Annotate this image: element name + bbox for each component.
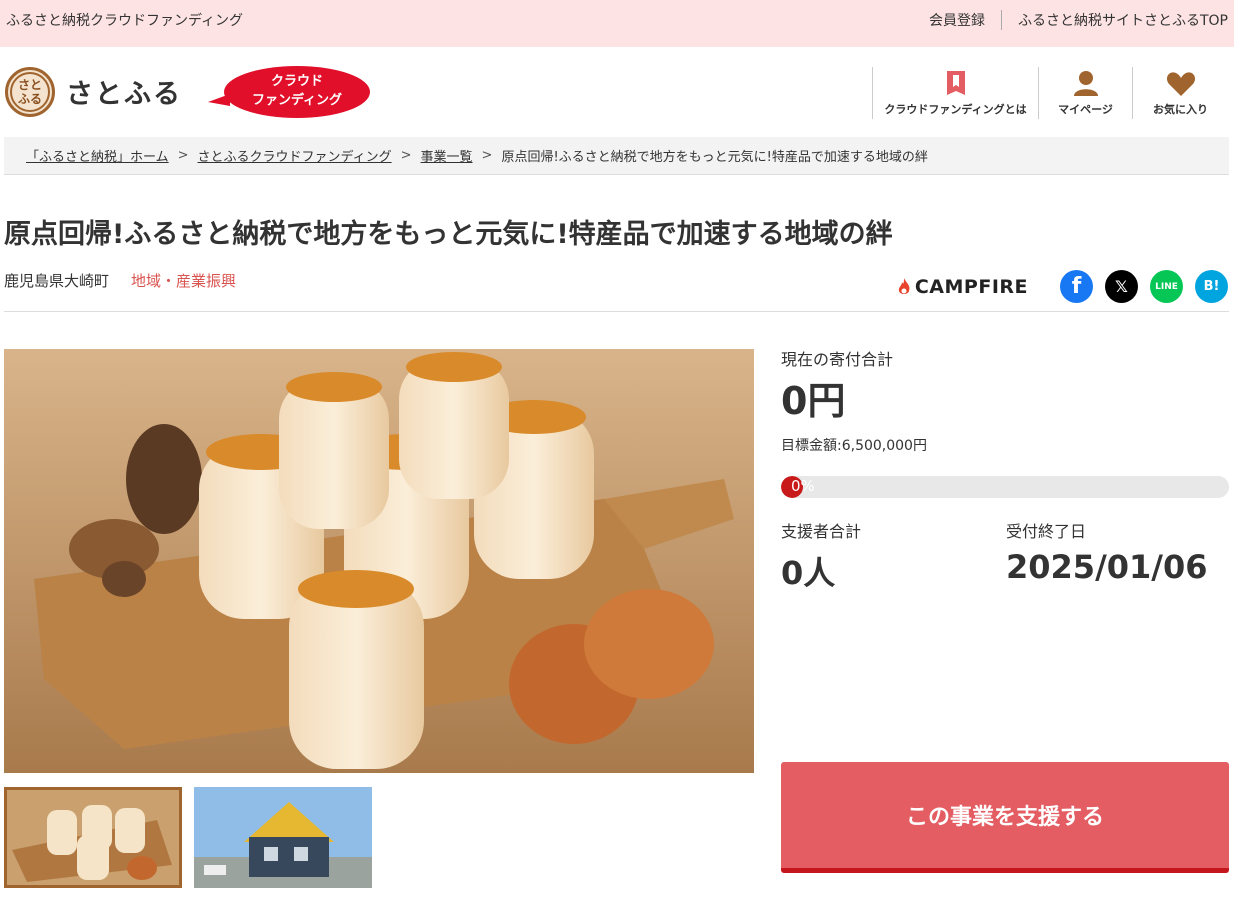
heart-icon (1166, 72, 1195, 96)
breadcrumb-current: 原点回帰!ふるさと納税で地方をもっと元気に!特産品で加速する地域の絆 (501, 150, 928, 165)
campfire-logo[interactable]: CAMPFIRE (897, 276, 1028, 298)
top-links: 会員登録 ふるさと納税サイトさとふるTOP (929, 10, 1228, 30)
badge-line1: クラウド (270, 74, 323, 89)
nav-label: クラウドファンディングとは (884, 103, 1027, 116)
pudding-photo (4, 349, 754, 773)
thumbnail-building-image (194, 787, 372, 888)
user-icon (1073, 71, 1098, 96)
progress-percent: 0% (791, 477, 815, 495)
supporters-value: 0人 (781, 554, 836, 592)
current-total-label: 現在の寄付合計 (781, 350, 894, 369)
facebook-share-icon[interactable]: f (1060, 270, 1093, 303)
page-title: 原点回帰!ふるさと納税で地方をもっと元気に!特産品で加速する地域の絆 (4, 219, 893, 250)
nav-about-crowdfunding[interactable]: クラウドファンディングとは (872, 67, 1038, 119)
project-meta: 鹿児島県大崎町 地域・産業振興 (4, 270, 236, 291)
logo-mark-icon: さと ふる (10, 72, 50, 112)
support-project-button[interactable]: この事業を支援する (781, 762, 1229, 873)
current-total-value: 0円 (781, 379, 846, 423)
campfire-label: CAMPFIRE (914, 275, 1028, 298)
register-link[interactable]: 会員登録 (929, 10, 985, 30)
satofull-top-link[interactable]: ふるさと納税サイトさとふるTOP (1018, 10, 1228, 30)
divider (4, 311, 1229, 312)
goal-amount: 目標金額:6,500,000円 (781, 438, 927, 454)
nav-label: お気に入り (1153, 103, 1208, 116)
line-glyph: LINE (1155, 281, 1178, 292)
deadline-label: 受付終了日 (1006, 522, 1087, 541)
project-location: 鹿児島県大崎町 (4, 272, 110, 290)
share-bar: CAMPFIRE f 𝕏 LINE B! (897, 270, 1228, 303)
thumbnail-pudding-image (7, 790, 179, 885)
top-bar: ふるさと納税クラウドファンディング 会員登録 ふるさと納税サイトさとふるTOP (0, 0, 1234, 47)
supporters-label: 支援者合計 (781, 522, 862, 541)
svg-text:さと: さと (18, 78, 42, 92)
breadcrumb-separator: > (400, 148, 412, 163)
nav-label: マイページ (1058, 103, 1113, 116)
badge-text: クラウド ファンディング (224, 72, 370, 110)
deadline-value: 2025/01/06 (1006, 548, 1208, 586)
hatena-share-icon[interactable]: B! (1195, 270, 1228, 303)
breadcrumb: 「ふるさと納税」ホーム > さとふるクラウドファンディング > 事業一覧 > 原… (4, 137, 1229, 175)
breadcrumb-projects[interactable]: 事業一覧 (421, 146, 473, 165)
book-icon (946, 71, 965, 95)
project-category[interactable]: 地域・産業振興 (131, 272, 236, 290)
thumbnail-2[interactable] (194, 787, 372, 888)
divider (1000, 10, 1002, 30)
crowdfunding-badge[interactable]: クラウド ファンディング (208, 66, 370, 118)
badge-line2: ファンディング (251, 93, 343, 108)
breadcrumb-separator: > (177, 148, 189, 163)
svg-text:ふる: ふる (18, 92, 42, 106)
breadcrumb-separator: > (481, 148, 493, 163)
flame-icon (898, 277, 910, 294)
nav-mypage[interactable]: マイページ (1038, 67, 1132, 119)
x-share-icon[interactable]: 𝕏 (1105, 270, 1138, 303)
breadcrumb-crowdfunding[interactable]: さとふるクラウドファンディング (198, 146, 392, 165)
site-name: ふるさと納税クラウドファンディング (6, 13, 244, 29)
project-main-image (4, 349, 754, 773)
x-glyph: 𝕏 (1115, 277, 1128, 296)
satofull-logo-text[interactable]: さとふる (66, 72, 182, 111)
progress-bar: 0% (781, 476, 1229, 498)
nav-favorites[interactable]: お気に入り (1132, 67, 1228, 119)
thumbnail-1[interactable] (4, 787, 182, 888)
breadcrumb-home[interactable]: 「ふるさと納税」ホーム (26, 146, 169, 165)
line-share-icon[interactable]: LINE (1150, 270, 1183, 303)
satofull-logo-mark[interactable]: さと ふる (5, 67, 55, 117)
facebook-glyph: f (1071, 274, 1082, 299)
header-nav: クラウドファンディングとは マイページ お気に入り (872, 67, 1228, 119)
hatena-glyph: B! (1203, 279, 1220, 294)
